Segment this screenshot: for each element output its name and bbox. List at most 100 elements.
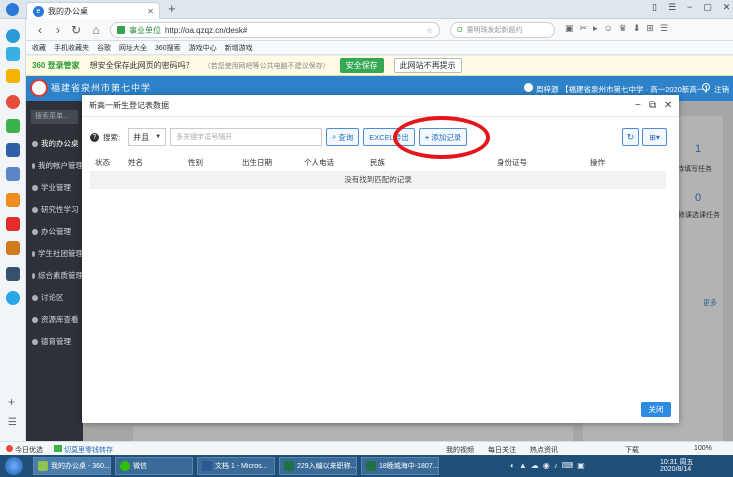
bookmark-item[interactable]: 新增游戏 [225,43,253,53]
logout-link[interactable]: 注销 [714,84,729,95]
sidebar-item-moral[interactable]: 德育管理 [26,331,83,352]
bookmark-item[interactable]: 手机收藏夹 [54,43,89,53]
taskbar-item-label: 229入编以来职称... [297,463,357,470]
sidebar-item-account[interactable]: 我的帐户管理 [26,155,83,176]
column-header[interactable]: 个人电话 [304,157,334,168]
doc-app-icon[interactable] [6,167,20,181]
more-link[interactable]: 更多 [703,298,717,308]
browser-nav-bar: ‹ › ↻ ⌂ 事业单位 http://oa.qzqz.cn/desk# ☆ O… [0,19,733,41]
taskbar-item-word[interactable]: 文档 1 - Micros... [197,457,275,475]
browser-tab[interactable]: e 我的办公桌 ✕ [26,2,160,19]
bookmark-item[interactable]: 网址大全 [119,43,147,53]
browser-logo-icon[interactable] [6,3,19,16]
sidebar-item-research[interactable]: 研究性学习 [26,199,83,220]
tab-close-icon[interactable]: ✕ [147,7,154,16]
notes-icon[interactable] [6,119,20,133]
safe-save-button[interactable]: 安全保存 [339,58,384,73]
menu-search-input[interactable]: 搜索菜单... [31,110,78,124]
home-icon[interactable]: ⌂ [88,22,104,38]
taskbar-item-wechat[interactable]: 微信 [115,457,193,475]
column-header[interactable]: 身份证号 [497,157,527,168]
search-engine-input[interactable]: O 董明珠发起新题约 [450,22,555,38]
site-sidebar: 搜索菜单... 我的办公桌 我的帐户管理 学业管理 研究性学习 办公管理 学生社… [26,101,83,441]
maximize-icon[interactable]: ⧉ [649,100,656,111]
shopping-app-icon[interactable] [6,217,20,231]
address-bar[interactable]: 事业单位 http://oa.qzqz.cn/desk# ☆ [110,22,440,38]
video-app-icon[interactable] [6,267,20,281]
taskbar-item-browser[interactable]: 我的办公桌 - 360... [33,457,111,475]
column-header[interactable]: 状态 [95,157,110,168]
bookmark-item[interactable]: 游戏中心 [189,43,217,53]
daily-picks-link[interactable]: 今日优选 [15,445,43,455]
taskbar-item-label: 微信 [133,463,147,470]
password-manager-brand: 360 登录管家 [32,61,80,70]
status-link-news[interactable]: 热点资讯 [530,445,558,455]
cloud-app-icon[interactable] [6,291,20,305]
sidebar-item-label: 资源库查看 [41,315,79,324]
start-button[interactable] [5,457,23,475]
minimize-icon[interactable]: − [635,100,641,111]
zoom-level[interactable]: 100% [694,445,712,452]
app-icon[interactable] [6,143,20,157]
status-link-follow[interactable]: 每日关注 [488,445,516,455]
sidebar-add-icon[interactable]: + [8,395,15,409]
keyword-search-input[interactable]: 多关键字逗号隔开 [170,128,323,146]
column-header[interactable]: 性别 [188,157,203,168]
column-header[interactable]: 操作 [590,157,605,168]
search-engine-icon: O [457,26,463,34]
refresh-button[interactable]: ↻ [622,128,639,146]
sidebar-item-forum[interactable]: 讨论区 [26,287,83,308]
taskbar-item-excel2[interactable]: 18晚城海中-1807... [361,457,439,475]
help-icon[interactable]: ? [90,132,99,142]
os-taskbar: 我的办公桌 - 360... 微信 文档 1 - Micros... 229入编… [0,455,733,477]
bookmark-star-icon[interactable]: ☆ [426,26,433,35]
sidebar-item-clubs[interactable]: 学生社团管理 [26,243,83,264]
sidebar-item-label: 我的办公桌 [41,139,79,148]
user-name[interactable]: 周梓源 [536,84,559,95]
excel-icon [284,461,294,471]
columns-button[interactable]: ⊞▾ [642,128,667,146]
close-icon[interactable]: ✕ [664,100,672,111]
column-header[interactable]: 出生日期 [242,157,272,168]
column-header[interactable]: 姓名 [128,157,143,168]
sidebar-item-office[interactable]: 办公管理 [26,221,83,242]
close-dialog-button[interactable]: 关闭 [641,402,671,417]
logout-icon[interactable] [702,83,710,91]
promo-link[interactable]: 切莫里零钱转存 [64,445,113,455]
sidebar-item-desk[interactable]: 我的办公桌 [26,133,83,154]
refresh-icon[interactable]: ↻ [68,22,84,38]
search-mode-select[interactable]: 并且 ▼ [128,128,167,146]
never-remind-button[interactable]: 此网站不再提示 [393,58,462,73]
search-mode-value: 并且 [133,132,150,142]
bookmark-item[interactable]: 收藏 [32,43,46,53]
refresh-icon: ↻ [626,131,635,142]
sidebar-item-resources[interactable]: 资源库查看 [26,309,83,330]
bookmark-item[interactable]: 360搜索 [155,43,181,53]
browser-sidebar: + ☰ [0,19,26,441]
taskbar-item-excel1[interactable]: 229入编以来职称... [279,457,357,475]
query-button[interactable]: ⌕ 查询 [326,128,360,146]
status-link-video[interactable]: 我的视频 [446,445,474,455]
forward-icon[interactable]: › [50,22,66,38]
back-icon[interactable]: ‹ [32,22,48,38]
new-tab-button[interactable]: + [168,1,176,16]
add-app-icon[interactable] [6,47,20,61]
favorites-star-icon[interactable] [6,69,20,83]
system-tray-icons[interactable]: ◐▲☁◉♪⌨▣ [510,461,589,470]
shop-app-icon[interactable] [6,193,20,207]
sidebar-menu-icon[interactable]: ☰ [8,417,17,428]
weibo-icon[interactable] [6,95,20,109]
sidebar-item-academics[interactable]: 学业管理 [26,177,83,198]
save-note: （若您使用网吧等公共电脑不建议保存） [203,62,330,70]
sidebar-item-quality[interactable]: 综合素质管理 [26,265,83,286]
column-header[interactable]: 民族 [370,157,385,168]
toolbar-extension-icons[interactable]: ▣✂▸☺♛⬇⊞☰ [565,23,674,34]
school-name: 福建省泉州市第七中学 [51,84,152,94]
forum-icon [32,294,38,301]
bookmark-item[interactable]: 谷歌 [97,43,111,53]
game-app-icon[interactable] [6,241,20,255]
ie-mode-icon[interactable] [6,29,20,43]
status-link-download[interactable]: 下载 [625,445,639,455]
clock-date[interactable]: 2020/8/14 [660,466,691,473]
elective-count: 0 [695,192,702,204]
